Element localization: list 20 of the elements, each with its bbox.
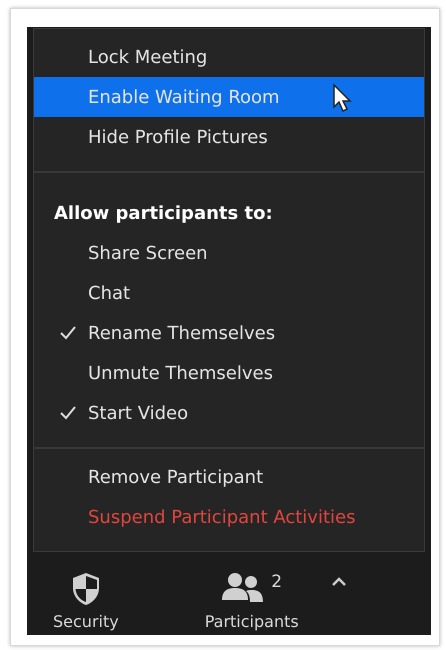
menu-item[interactable]: Remove Participant	[34, 457, 424, 497]
security-button[interactable]: Security	[53, 572, 119, 631]
menu-item[interactable]: Unmute Themselves	[34, 353, 424, 393]
menu-item[interactable]: Enable Waiting Room	[34, 77, 424, 117]
menu-item[interactable]: Suspend Participant Activities	[34, 497, 424, 537]
menu-item[interactable]: Chat	[34, 273, 424, 313]
check-icon	[60, 326, 76, 340]
menu-item[interactable]: Rename Themselves	[34, 313, 424, 353]
menu-item[interactable]: Start Video	[34, 393, 424, 433]
people-icon	[221, 572, 266, 604]
participant-count: 2	[271, 572, 282, 592]
menu-item[interactable]: Share Screen	[34, 233, 424, 273]
check-icon	[60, 406, 76, 420]
participants-button[interactable]: 2 Participants	[204, 572, 299, 631]
menu-item[interactable]: Hide Profile Pictures	[34, 117, 424, 157]
shield-icon	[70, 572, 101, 606]
menu-item[interactable]: Lock Meeting	[34, 37, 424, 77]
section-heading: Allow participants to:	[53, 202, 274, 226]
caret-up-icon[interactable]	[330, 577, 347, 587]
mouse-cursor-icon	[332, 83, 354, 113]
